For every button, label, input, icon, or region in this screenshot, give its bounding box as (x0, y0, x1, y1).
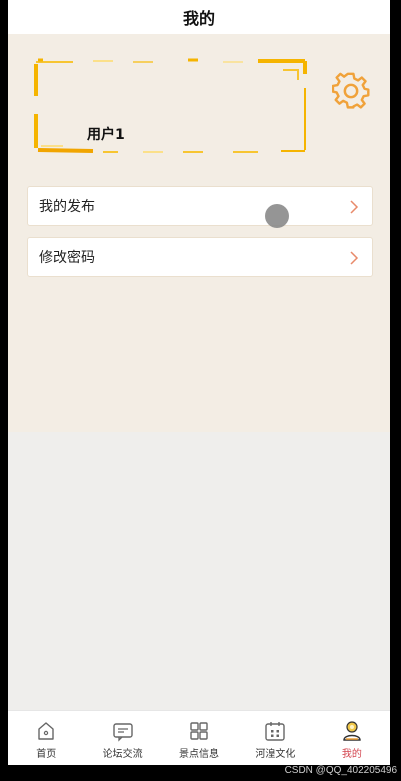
chevron-right-icon (350, 251, 359, 265)
watermark: CSDN @QQ_402205496 (284, 765, 397, 776)
profile-icon (343, 721, 361, 741)
menu-item-label: 我的发布 (39, 199, 95, 215)
touch-indicator (265, 204, 289, 228)
menu-item-change-password[interactable]: 修改密码 (27, 237, 373, 277)
tab-forum[interactable]: 论坛交流 (84, 711, 160, 765)
menu-item-label: 修改密码 (39, 250, 95, 266)
tab-label: 景点信息 (179, 749, 220, 760)
menu-item-my-posts[interactable]: 我的发布 (27, 186, 373, 226)
tab-mine[interactable]: 我的 (314, 711, 390, 765)
tab-label: 我的 (341, 749, 362, 760)
gear-icon[interactable] (332, 72, 370, 110)
grid-icon (190, 722, 208, 740)
tab-label: 论坛交流 (102, 749, 143, 760)
profile-section: 用户1 我的发布 修改密码 (8, 34, 390, 432)
tab-home[interactable]: 首页 (8, 711, 84, 765)
tab-label: 首页 (36, 749, 57, 760)
chevron-right-icon (350, 200, 359, 214)
top-header: 我的 (8, 0, 390, 34)
bottom-tab-bar: 首页 论坛交流 景点信息 河湟文化 我的 (8, 710, 390, 765)
username: 用户1 (87, 127, 125, 143)
tab-culture[interactable]: 河湟文化 (237, 711, 313, 765)
avatar-frame: 用户1 (33, 58, 309, 154)
phone-screen: 我的 用户1 我的发布 修改密码 首页 论坛交流 景点信息 河湟文化 我的 (8, 0, 390, 765)
calendar-icon (265, 722, 286, 741)
tab-label: 河湟文化 (255, 749, 296, 760)
home-icon (38, 722, 54, 740)
page-title: 我的 (182, 9, 215, 28)
gold-frame-decoration (34, 58, 307, 153)
chat-icon (112, 723, 133, 742)
tab-attractions[interactable]: 景点信息 (161, 711, 237, 765)
